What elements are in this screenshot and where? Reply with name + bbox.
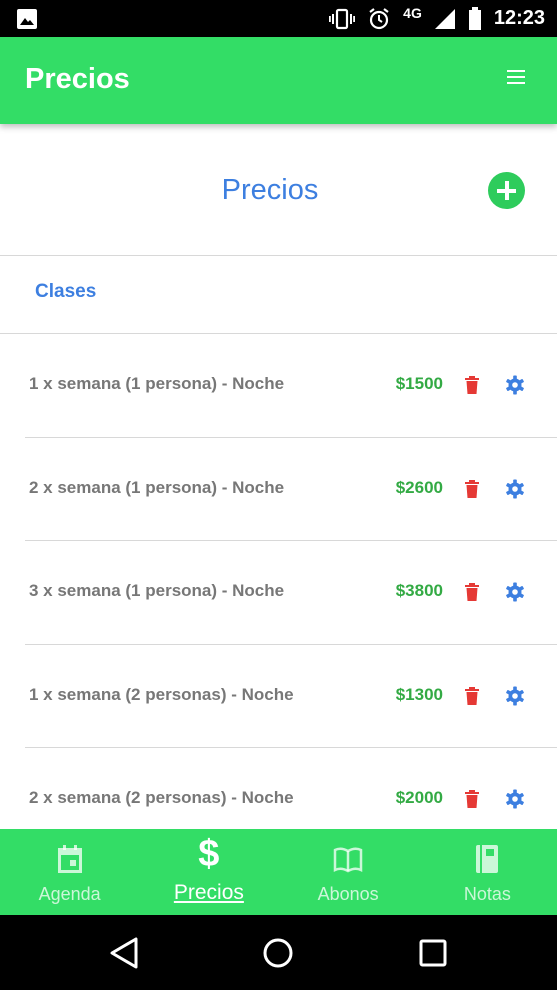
signal-icon bbox=[434, 8, 455, 29]
nav-agenda[interactable]: Agenda bbox=[0, 829, 139, 915]
settings-icon[interactable] bbox=[505, 789, 525, 809]
price-value: $1500 bbox=[395, 374, 443, 393]
battery-icon bbox=[468, 6, 481, 30]
status-icons: 4G 12:23 bbox=[329, 0, 545, 37]
price-value: $1300 bbox=[395, 684, 443, 704]
section-header: Clases bbox=[0, 257, 557, 334]
page-header: Precios bbox=[0, 124, 557, 256]
section-label-clases: Clases bbox=[35, 281, 97, 302]
delete-icon[interactable] bbox=[463, 686, 481, 705]
settings-icon[interactable] bbox=[505, 479, 525, 499]
clock: 12:23 bbox=[493, 7, 545, 29]
vibrate-icon bbox=[329, 8, 356, 29]
price-value: $2600 bbox=[395, 477, 443, 497]
alarm-icon bbox=[369, 7, 389, 29]
price-name: 1 x semana (1 persona) - Noche bbox=[29, 374, 285, 393]
price-value: $3800 bbox=[395, 581, 443, 600]
nav-notas[interactable]: Notas bbox=[418, 829, 557, 915]
open-book-icon bbox=[333, 847, 363, 873]
settings-icon[interactable] bbox=[505, 375, 525, 395]
list-item: 1 x semana (2 personas) - Noche $1300 bbox=[0, 645, 557, 748]
add-price-button[interactable] bbox=[488, 172, 525, 209]
image-notification-icon bbox=[16, 8, 38, 35]
list-item: 1 x semana (1 persona) - Noche $1500 bbox=[0, 334, 557, 438]
nav-precios[interactable]: $ Precios bbox=[139, 829, 278, 915]
price-name: 2 x semana (2 personas) - Noche bbox=[29, 788, 294, 807]
list-item: 3 x semana (1 persona) - Noche $3800 bbox=[0, 541, 557, 645]
screen: 4G 12:23 Precios Precios Clases 1 x sema… bbox=[0, 0, 557, 990]
delete-icon[interactable] bbox=[463, 790, 481, 808]
system-navigation-bar bbox=[0, 915, 557, 990]
app-bar-title: Precios bbox=[25, 63, 130, 95]
menu-icon bbox=[507, 70, 525, 72]
nav-label-precios: Precios bbox=[173, 881, 244, 904]
nav-label-notas: Notas bbox=[463, 884, 511, 904]
dollar-icon: $ bbox=[198, 833, 220, 875]
nav-abonos[interactable]: Abonos bbox=[279, 829, 418, 915]
network-type: 4G bbox=[403, 4, 422, 21]
status-bar: 4G 12:23 bbox=[0, 0, 557, 37]
app-bar: Precios bbox=[0, 37, 557, 124]
price-name: 3 x semana (1 persona) - Noche bbox=[29, 581, 285, 600]
notebook-icon bbox=[476, 845, 499, 873]
settings-icon[interactable] bbox=[505, 686, 525, 706]
recents-icon[interactable] bbox=[415, 935, 451, 971]
menu-button[interactable] bbox=[507, 70, 529, 88]
settings-icon[interactable] bbox=[505, 582, 525, 602]
delete-icon[interactable] bbox=[463, 479, 481, 498]
back-icon[interactable] bbox=[106, 935, 142, 971]
delete-icon[interactable] bbox=[463, 583, 481, 601]
price-name: 1 x semana (2 personas) - Noche bbox=[29, 684, 294, 704]
nav-label-agenda: Agenda bbox=[38, 884, 101, 904]
price-name: 2 x semana (1 persona) - Noche bbox=[29, 477, 285, 497]
delete-icon[interactable] bbox=[463, 376, 481, 394]
price-value: $2000 bbox=[395, 788, 443, 807]
page-title: Precios bbox=[221, 174, 319, 206]
nav-label-abonos: Abonos bbox=[317, 884, 379, 904]
calendar-icon bbox=[57, 845, 82, 873]
home-icon[interactable] bbox=[260, 935, 296, 971]
list-item: 2 x semana (1 persona) - Noche $2600 bbox=[0, 438, 557, 541]
price-list: 1 x semana (1 persona) - Noche $1500 2 x… bbox=[0, 334, 557, 852]
bottom-navigation: Agenda $ Precios Abonos Notas bbox=[0, 829, 557, 915]
